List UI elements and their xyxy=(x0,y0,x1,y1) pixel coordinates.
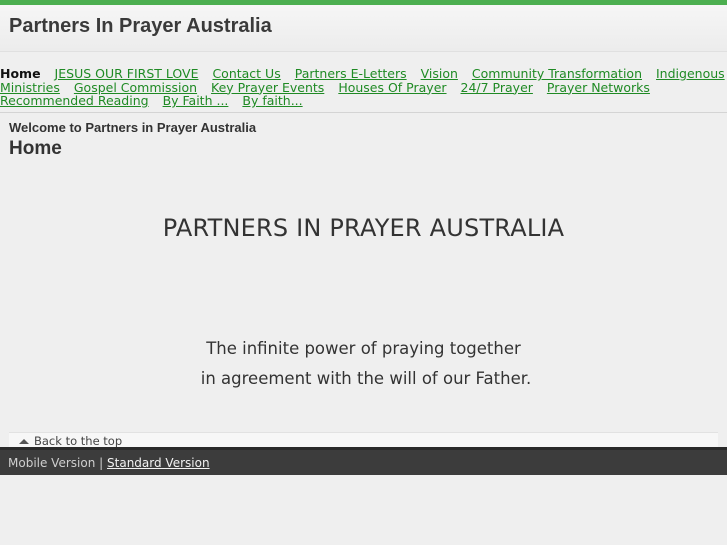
main-content: Welcome to Partners in Prayer Australia … xyxy=(0,113,727,449)
nav-item-houses-of-prayer[interactable]: Houses Of Prayer xyxy=(338,80,446,95)
back-to-top-label: Back to the top xyxy=(34,434,123,448)
tagline-line-2: in agreement with the will of our Father… xyxy=(200,368,532,388)
welcome-heading: Welcome to Partners in Prayer Australia xyxy=(9,119,257,135)
nav-item-by-faith-2[interactable]: By faith... xyxy=(242,93,302,108)
tagline-line-1: The infinite power of praying together xyxy=(206,338,521,358)
nav-item-by-faith[interactable]: By Faith ... xyxy=(163,93,229,108)
site-title[interactable]: Partners In Prayer Australia xyxy=(9,15,718,38)
mobile-version-label: Mobile Version xyxy=(8,456,96,470)
nav-item-community-transformation[interactable]: Community Transformation xyxy=(472,66,642,81)
tagline: The infinite power of praying together i… xyxy=(0,334,727,394)
nav-item-partners-e-letters[interactable]: Partners E-Letters xyxy=(295,66,407,81)
triangle-up-icon xyxy=(19,438,29,444)
page-title: Home xyxy=(9,137,62,159)
main-nav: Home JESUS OUR FIRST LOVE Contact Us Par… xyxy=(0,67,727,113)
back-to-top-link[interactable]: Back to the top xyxy=(9,431,718,449)
nav-item-contact-us[interactable]: Contact Us xyxy=(212,66,280,81)
nav-item-vision[interactable]: Vision xyxy=(421,66,458,81)
site-header: Partners In Prayer Australia xyxy=(0,5,727,52)
standard-version-link[interactable]: Standard Version xyxy=(107,456,210,470)
nav-item-prayer-networks[interactable]: Prayer Networks xyxy=(547,80,650,95)
footer-separator: | xyxy=(99,456,104,470)
nav-item-home[interactable]: Home xyxy=(0,66,41,81)
footer-bar: Mobile Version | Standard Version xyxy=(0,447,727,475)
nav-item-24-7-prayer[interactable]: 24/7 Prayer xyxy=(461,80,533,95)
nav-item-recommended-reading[interactable]: Recommended Reading xyxy=(0,93,149,108)
hero-heading: PARTNERS IN PRAYER AUSTRALIA xyxy=(162,213,565,242)
nav-item-jesus-our-first-love[interactable]: JESUS OUR FIRST LOVE xyxy=(55,66,199,81)
